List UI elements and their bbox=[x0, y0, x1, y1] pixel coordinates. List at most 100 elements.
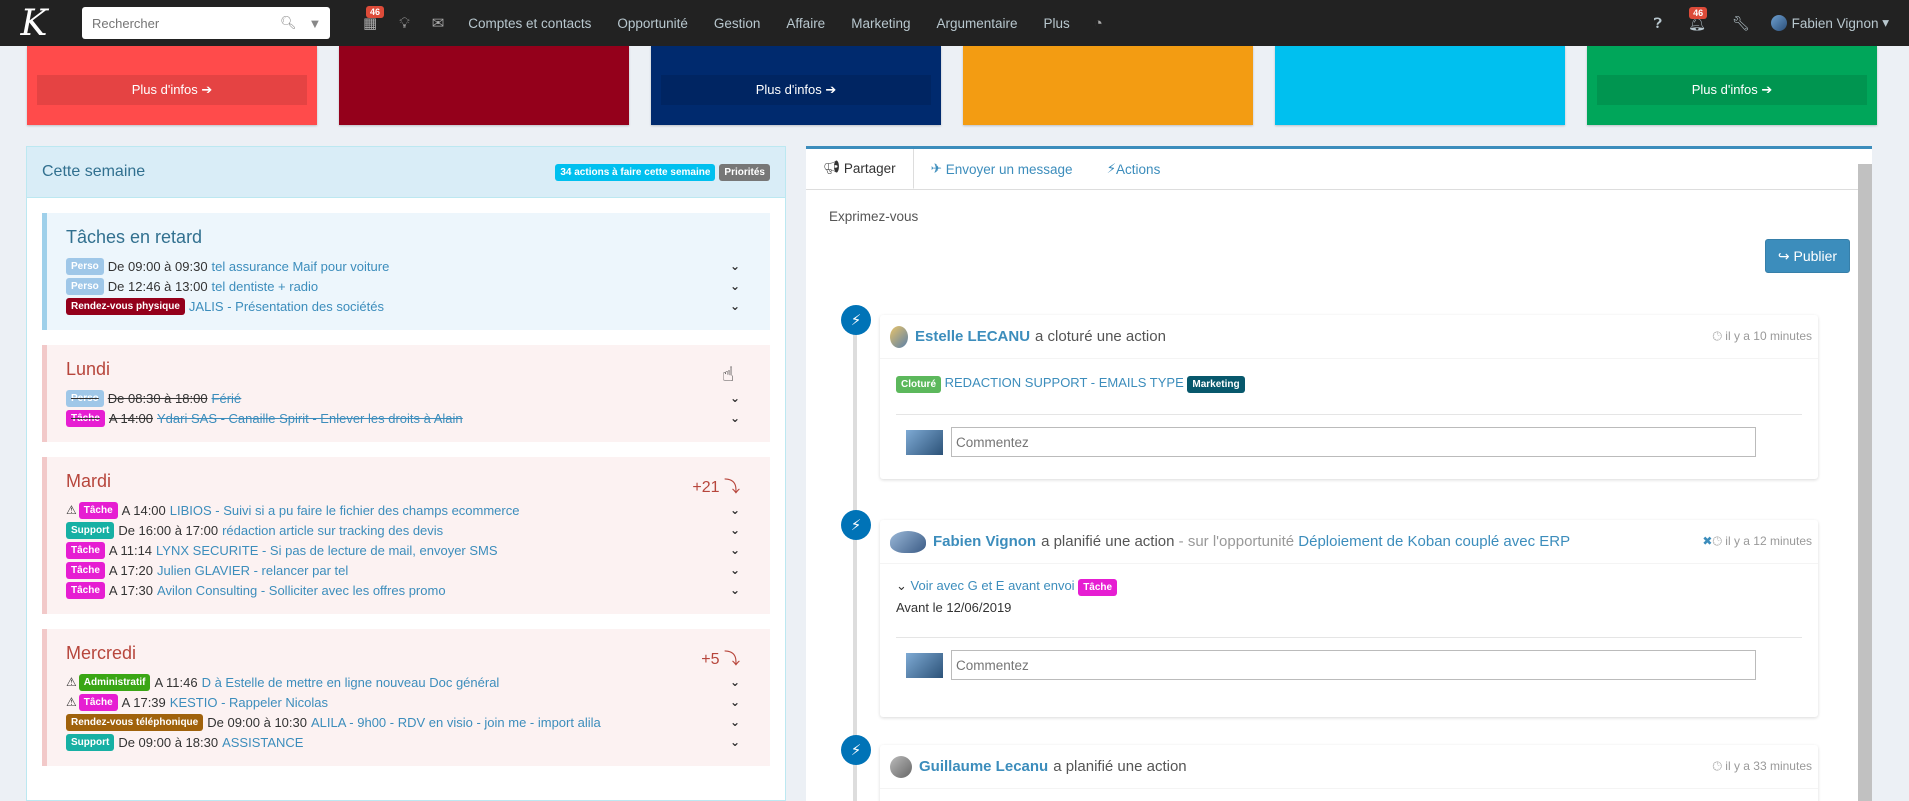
timeline-item-header: Guillaume Lecanu a planifié une action bbox=[880, 745, 1818, 789]
bell-icon[interactable]: 🔔︎ 46 bbox=[1675, 6, 1719, 32]
item-link[interactable]: JALIS - Présentation des sociétés bbox=[189, 299, 384, 314]
item-link[interactable]: Férié bbox=[212, 391, 242, 406]
dashboard-icon[interactable]: ◔ bbox=[1083, 15, 1114, 32]
chevron-down-icon[interactable]: ⌄ bbox=[730, 543, 740, 557]
chevron-down-icon[interactable]: ⌄ bbox=[896, 578, 907, 593]
chevron-down-icon[interactable]: ⌄ bbox=[730, 299, 740, 313]
envelope-icon[interactable]: ✉ bbox=[421, 14, 456, 32]
category-label: Perso bbox=[66, 277, 104, 295]
nav-affaire[interactable]: Affaire bbox=[773, 16, 838, 31]
chevron-down-icon[interactable]: ⌄ bbox=[730, 411, 740, 425]
tab-actions[interactable]: ⚡︎ Actions bbox=[1090, 149, 1178, 189]
calendar-icon[interactable]: ▦ 46 bbox=[352, 6, 388, 32]
chevron-down-icon[interactable]: ⌄ bbox=[730, 695, 740, 709]
chevron-down-icon[interactable]: ⌄ bbox=[730, 259, 740, 273]
item-link[interactable]: ALILA - 9h00 - RDV en visio - join me - … bbox=[311, 715, 601, 730]
user-link[interactable]: Fabien Vignon bbox=[933, 533, 1036, 550]
search-box: 🔍︎ ▼ bbox=[82, 7, 330, 39]
user-menu[interactable]: Fabien Vignon ▾ bbox=[1763, 15, 1909, 31]
notification-badge: 46 bbox=[1689, 6, 1708, 19]
category-label: Tâche bbox=[78, 693, 118, 711]
actions-count-badge[interactable]: 34 actions à faire cette semaine bbox=[555, 163, 716, 181]
nav-marketing[interactable]: Marketing bbox=[838, 16, 923, 31]
item-link[interactable]: tel assurance Maif pour voiture bbox=[212, 259, 390, 274]
tag-badge: Marketing bbox=[1187, 376, 1245, 393]
item-link[interactable]: D à Estelle de mettre en ligne nouveau D… bbox=[202, 675, 500, 690]
item-link[interactable]: LYNX SECURITE - Si pas de lecture de mai… bbox=[156, 543, 498, 558]
overdue-tasks: Tâches en retard Perso De 09:00 à 09:30 te… bbox=[42, 213, 770, 330]
nav-gestion[interactable]: Gestion bbox=[701, 16, 774, 31]
koban-logo[interactable]: K bbox=[4, 0, 64, 46]
more-info-link[interactable]: Plus d'infos ➔ bbox=[1597, 75, 1867, 105]
category-label: Rendez-vous physique bbox=[66, 297, 185, 315]
chevron-down-icon[interactable]: ⌄ bbox=[730, 675, 740, 689]
priorites-badge[interactable]: Priorités bbox=[719, 163, 770, 181]
share-tabs: 📢︎ Partager ✈ Envoyer un message ⚡︎ Actio… bbox=[806, 149, 1872, 190]
chevron-down-icon[interactable]: ⌄ bbox=[730, 391, 740, 405]
item-link[interactable]: KESTIO - Rappeler Nicolas bbox=[170, 695, 328, 710]
day-title: Mercredi bbox=[66, 643, 137, 663]
chevron-down-icon[interactable]: ⌄ bbox=[730, 523, 740, 537]
user-link[interactable]: Estelle LECANU bbox=[915, 328, 1030, 345]
nav-plus[interactable]: Plus bbox=[1031, 16, 1083, 31]
comment-input[interactable] bbox=[951, 427, 1756, 457]
bolt-icon: ⚡︎ bbox=[841, 510, 871, 540]
item-link[interactable]: tel dentiste + radio bbox=[212, 279, 319, 294]
item-time: A 17:20 bbox=[108, 562, 154, 578]
stat-box-4 bbox=[963, 46, 1253, 125]
nav-argumentaire[interactable]: Argumentaire bbox=[923, 16, 1030, 31]
action-link[interactable]: Voir avec G et E avant envoi bbox=[911, 578, 1075, 593]
item-link[interactable]: Ydari SAS - Canaille Spirit - Enlever le… bbox=[157, 411, 463, 426]
more-info-link[interactable]: Plus d'infos ➔ bbox=[37, 75, 307, 105]
tab-partager[interactable]: 📢︎ Partager bbox=[806, 149, 914, 189]
avatar bbox=[906, 652, 943, 678]
list-item: Rendez-vous physique JALIS - Présentation… bbox=[66, 296, 770, 316]
more-count[interactable]: +21 ⤵ bbox=[692, 473, 740, 497]
more-info-link[interactable]: Plus d'infos ➔ bbox=[661, 75, 931, 105]
chevron-down-icon[interactable]: ⌄ bbox=[730, 715, 740, 729]
chevron-down-icon[interactable]: ⌄ bbox=[730, 279, 740, 293]
item-link[interactable]: Avilon Consulting - Solliciter avec les … bbox=[157, 583, 446, 598]
day-mercredi: Mercredi +5 ⤵ ⚠ Administratif A 11:46 D à E… bbox=[42, 629, 770, 766]
calendar-badge: 46 bbox=[366, 6, 385, 18]
help-icon[interactable]: ❓︎ bbox=[1641, 15, 1675, 32]
item-time: A 17:39 bbox=[121, 694, 166, 710]
tab-envoyer-message[interactable]: ✈ Envoyer un message bbox=[914, 149, 1090, 189]
category-label: Administratif bbox=[78, 673, 151, 691]
chevron-down-icon[interactable]: ⌄ bbox=[730, 735, 740, 749]
filter-icon[interactable]: ▼ bbox=[309, 16, 322, 31]
item-link[interactable]: LIBIOS - Suivi si a pu faire le fichier … bbox=[170, 503, 520, 518]
search-input[interactable] bbox=[92, 15, 268, 31]
list-item: Perso De 09:00 à 09:30 tel assurance Maif … bbox=[66, 256, 770, 276]
list-item: Support De 09:00 à 18:30 ASSISTANCE ⌄ bbox=[66, 732, 770, 752]
express-input[interactable]: Exprimez-vous bbox=[829, 209, 918, 224]
category-label: Perso bbox=[66, 389, 104, 407]
lightbulb-icon[interactable]: 💡︎ bbox=[388, 15, 421, 32]
search-icon[interactable]: 🔍︎ bbox=[280, 15, 297, 31]
item-link[interactable]: rédaction article sur tracking des devis bbox=[222, 523, 443, 538]
warning-icon: ⚠ bbox=[66, 695, 77, 709]
item-link[interactable]: ASSISTANCE bbox=[222, 735, 303, 750]
chevron-down-icon[interactable]: ⌄ bbox=[730, 583, 740, 597]
nav-opportunite[interactable]: Opportunité bbox=[604, 16, 701, 31]
top-navbar: K 🔍︎ ▼ ▦46 💡︎ ✉ Comptes et contacts Oppo… bbox=[0, 0, 1909, 46]
action-link[interactable]: REDACTION SUPPORT - EMAILS TYPE bbox=[945, 375, 1184, 390]
chevron-down-icon[interactable]: ⌄ bbox=[730, 563, 740, 577]
scrollbar[interactable] bbox=[1858, 164, 1872, 801]
comment-row bbox=[896, 638, 1802, 694]
comment-input[interactable] bbox=[951, 650, 1756, 680]
publish-button[interactable]: ↪ Publier bbox=[1765, 239, 1850, 273]
item-time: De 16:00 à 17:00 bbox=[118, 522, 219, 538]
opportunity-link[interactable]: Déploiement de Koban couplé avec ERP bbox=[1298, 533, 1570, 550]
item-link[interactable]: Julien GLAVIER - relancer par tel bbox=[157, 563, 348, 578]
close-icon[interactable]: ✖ bbox=[1702, 534, 1712, 548]
timeline-item: Estelle LECANU a cloturé une action 🕒︎ i… bbox=[880, 315, 1818, 479]
stat-box-3: Plus d'infos ➔ bbox=[651, 46, 941, 125]
item-time: A 14:00 bbox=[108, 410, 154, 426]
nav-comptes-contacts[interactable]: Comptes et contacts bbox=[455, 16, 604, 31]
more-count[interactable]: +5 ⤵ bbox=[701, 645, 740, 669]
wrench-icon[interactable]: 🔧︎ bbox=[1719, 15, 1763, 32]
user-link[interactable]: Guillaume Lecanu bbox=[919, 758, 1048, 775]
bullhorn-icon: 📢︎ bbox=[823, 160, 844, 175]
chevron-down-icon[interactable]: ⌄ bbox=[730, 503, 740, 517]
